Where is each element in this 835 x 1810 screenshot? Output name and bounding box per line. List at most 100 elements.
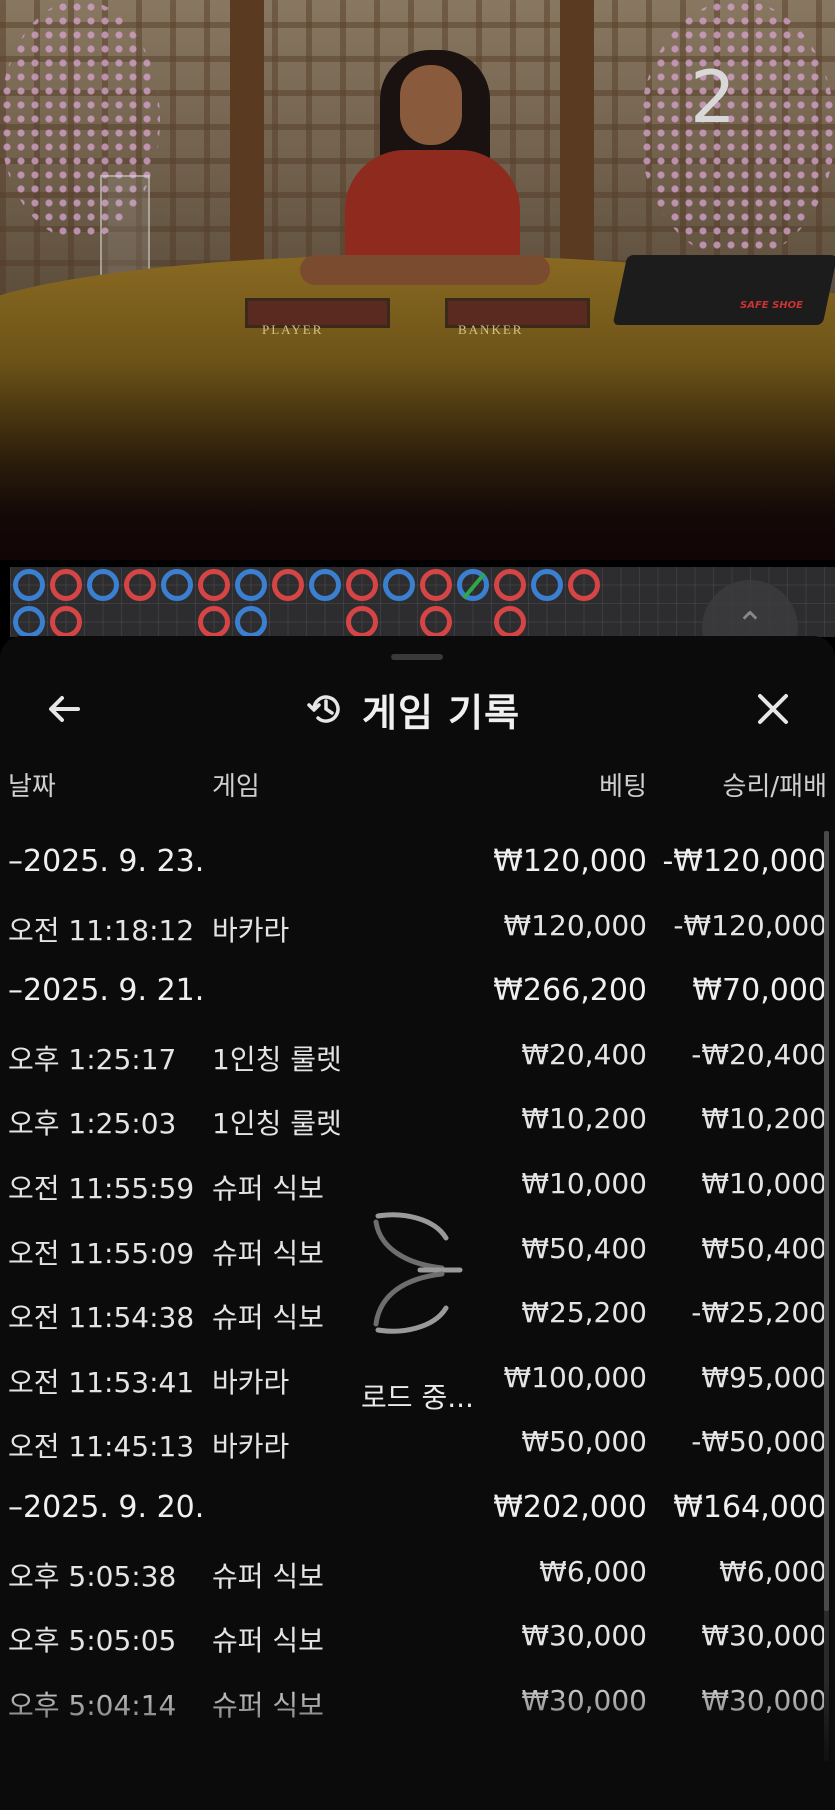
row-winloss: ₩70,000 — [692, 973, 827, 1009]
row-bet: ₩100,000 — [503, 1360, 647, 1394]
shoe-label: SAFE SHOE — [740, 300, 803, 311]
row-date: –2025. 9. 23. — [8, 844, 205, 879]
row-bet: ₩30,000 — [521, 1683, 647, 1717]
player-bead — [235, 606, 267, 637]
row-date: –2025. 9. 20. — [8, 1489, 205, 1525]
row-game: 바카라 — [212, 1430, 290, 1464]
row-game: 바카라 — [212, 913, 290, 947]
banker-bead — [124, 569, 156, 601]
row-date: 오전 11:55:59 — [8, 1171, 195, 1205]
table-row[interactable]: 오후 1:25:17 1인칭 룰렛 ₩20,400 -₩20,400 — [0, 1028, 835, 1093]
player-bead — [13, 606, 45, 637]
row-date: 오후 5:04:14 — [8, 1688, 177, 1722]
row-date: 오후 1:25:17 — [8, 1042, 177, 1076]
history-icon — [307, 695, 340, 723]
player-bead — [87, 569, 119, 601]
row-winloss: ₩164,000 — [673, 1489, 827, 1525]
row-winloss: ₩30,000 — [701, 1683, 827, 1717]
row-bet: ₩6,000 — [539, 1554, 647, 1588]
sheet-grabber[interactable] — [391, 654, 443, 660]
round-number: 2 — [690, 55, 736, 139]
close-icon — [758, 694, 788, 724]
row-game: 슈퍼 식보 — [212, 1301, 324, 1335]
banker-bead — [494, 606, 526, 637]
row-game: 슈퍼 식보 — [212, 1624, 324, 1658]
row-bet: ₩50,000 — [521, 1425, 647, 1459]
table-row[interactable]: 오전 11:18:12 바카라 ₩120,000 -₩120,000 — [0, 899, 835, 964]
banker-bead — [198, 606, 230, 637]
sheet-header: 게임 기록 — [306, 681, 520, 737]
row-date: 오전 11:54:38 — [8, 1301, 195, 1335]
scrollbar-thumb[interactable] — [824, 831, 829, 1611]
row-winloss: ₩6,000 — [719, 1554, 827, 1588]
close-button[interactable] — [748, 684, 798, 734]
sheet-title: 게임 기록 — [362, 690, 521, 735]
row-game: 1인칭 룰렛 — [212, 1042, 342, 1076]
banker-bead — [346, 606, 378, 637]
tie-bead — [457, 569, 489, 601]
row-winloss: ₩50,400 — [701, 1231, 827, 1265]
player-bead — [13, 569, 45, 601]
row-bet: ₩20,400 — [521, 1037, 647, 1071]
row-bet: ₩25,200 — [521, 1296, 647, 1330]
banker-bead — [494, 569, 526, 601]
table-row[interactable]: 오전 11:45:13 바카라 ₩50,000 -₩50,000 — [0, 1415, 835, 1480]
row-bet: ₩120,000 — [503, 908, 647, 942]
row-winloss: ₩95,000 — [701, 1360, 827, 1394]
row-winloss: ₩10,000 — [701, 1166, 827, 1200]
player-bead — [235, 569, 267, 601]
row-bet: ₩202,000 — [493, 1489, 647, 1525]
row-date: 오후 5:05:05 — [8, 1624, 177, 1658]
row-bet: ₩120,000 — [493, 844, 647, 879]
table-row[interactable]: 오후 1:25:03 1인칭 룰렛 ₩10,200 ₩10,200 — [0, 1092, 835, 1157]
row-date: 오전 11:53:41 — [8, 1365, 195, 1399]
banker-bead — [346, 569, 378, 601]
player-bead — [309, 569, 341, 601]
dealer-arms — [300, 255, 550, 285]
banker-label: BANKER — [458, 322, 524, 337]
blossom-branch-right — [640, 0, 835, 260]
back-button[interactable] — [40, 684, 90, 734]
tie-slash — [462, 572, 486, 600]
table-header: 날짜 게임 베팅 승리/패배 — [0, 766, 835, 806]
date-group-row[interactable]: –2025. 9. 23. ₩120,000 -₩120,000 — [0, 834, 835, 899]
loading-indicator: 로드 중... — [330, 1208, 505, 1418]
card-shoe — [612, 255, 835, 325]
row-winloss: -₩50,000 — [691, 1425, 827, 1459]
row-winloss: -₩120,000 — [662, 844, 827, 879]
arrow-left-icon — [49, 696, 80, 722]
row-winloss: -₩120,000 — [673, 908, 827, 942]
row-winloss: -₩20,400 — [691, 1037, 827, 1071]
date-group-row[interactable]: –2025. 9. 21. ₩266,200 ₩70,000 — [0, 963, 835, 1028]
row-game: 슈퍼 식보 — [212, 1688, 324, 1722]
date-group-row[interactable]: –2025. 9. 20. ₩202,000 ₩164,000 — [0, 1480, 835, 1545]
row-bet: ₩30,000 — [521, 1619, 647, 1653]
table-row[interactable]: 오후 5:04:14 슈퍼 식보 ₩30,000 ₩30,000 — [0, 1674, 835, 1739]
row-date: 오전 11:55:09 — [8, 1236, 195, 1270]
row-date: 오후 1:25:03 — [8, 1107, 177, 1141]
row-date: –2025. 9. 21. — [8, 973, 205, 1009]
player-label: PLAYER — [262, 322, 324, 337]
header-bet: 베팅 — [599, 772, 647, 802]
banker-bead — [50, 606, 82, 637]
row-winloss: -₩25,200 — [691, 1296, 827, 1330]
row-winloss: ₩10,200 — [701, 1102, 827, 1136]
spinner-logo-icon — [373, 1212, 463, 1334]
row-game: 슈퍼 식보 — [212, 1559, 324, 1593]
live-video-stream: PLAYER BANKER SAFE SHOE 2 — [0, 0, 835, 560]
row-game: 바카라 — [212, 1365, 290, 1399]
player-bead — [161, 569, 193, 601]
header-winloss: 승리/패배 — [722, 772, 827, 802]
banker-bead — [272, 569, 304, 601]
wooden-post — [230, 0, 264, 300]
wooden-post — [560, 0, 594, 300]
player-bead — [383, 569, 415, 601]
dealer-face — [400, 65, 462, 145]
table-row[interactable]: 오후 5:05:05 슈퍼 식보 ₩30,000 ₩30,000 — [0, 1609, 835, 1674]
table-row[interactable]: 오후 5:05:38 슈퍼 식보 ₩6,000 ₩6,000 — [0, 1545, 835, 1610]
row-game: 1인칭 룰렛 — [212, 1107, 342, 1141]
row-bet: ₩10,000 — [521, 1166, 647, 1200]
row-winloss: ₩30,000 — [701, 1619, 827, 1653]
header-game: 게임 — [212, 772, 260, 802]
banker-bead — [420, 569, 452, 601]
